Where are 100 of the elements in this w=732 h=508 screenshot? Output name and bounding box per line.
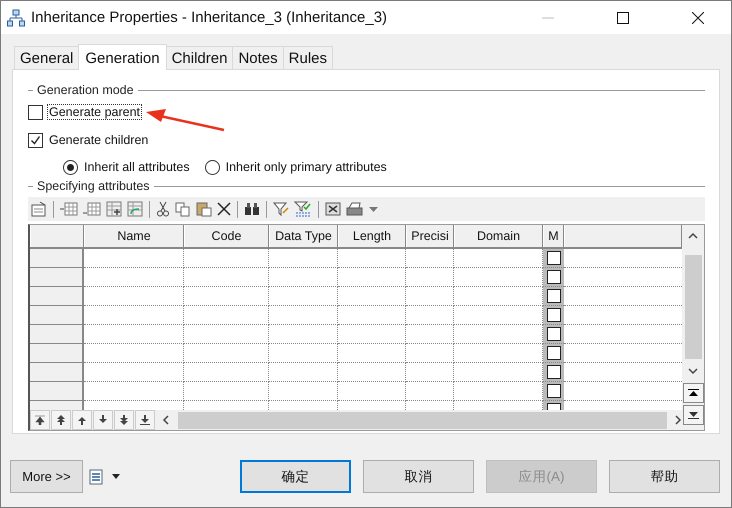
move-down-icon xyxy=(98,415,108,425)
radio-button[interactable] xyxy=(63,160,78,174)
checkbox[interactable] xyxy=(546,308,560,322)
row-header[interactable] xyxy=(30,268,84,287)
scrollbar-thumb[interactable] xyxy=(178,412,667,428)
table-cell xyxy=(406,344,454,363)
table-cell xyxy=(338,325,406,344)
caret-icon[interactable] xyxy=(112,474,120,479)
checkbox[interactable] xyxy=(546,384,560,398)
insert-row-icon[interactable] xyxy=(60,201,78,217)
delete-icon[interactable] xyxy=(217,202,231,216)
table-cell xyxy=(269,306,338,325)
checkbox[interactable] xyxy=(28,104,43,120)
tab[interactable]: General xyxy=(14,46,80,69)
cut-icon[interactable] xyxy=(156,201,170,217)
column-header[interactable]: Code xyxy=(184,225,269,247)
radio-button[interactable] xyxy=(204,160,220,174)
table-cell xyxy=(269,363,338,382)
column-header[interactable]: Data Type xyxy=(269,225,338,247)
dialog-button[interactable]: 确定 xyxy=(240,460,351,493)
scroll-top-button[interactable] xyxy=(682,383,704,403)
table-cell xyxy=(269,287,338,306)
filter-icon[interactable] xyxy=(273,201,289,217)
radio-label[interactable]: Inherit all attributes xyxy=(82,159,192,175)
row-header[interactable] xyxy=(30,325,84,344)
table-cell xyxy=(269,268,338,287)
move-up-icon xyxy=(77,415,87,425)
row-header[interactable] xyxy=(30,287,84,306)
scroll-right-icon[interactable] xyxy=(674,415,682,425)
checkbox[interactable] xyxy=(546,270,560,284)
move-up-page-icon xyxy=(56,415,66,425)
hierarchy-icon xyxy=(7,8,25,26)
move-down-page-icon xyxy=(119,415,129,425)
row-header[interactable] xyxy=(30,249,84,268)
row-move-button[interactable] xyxy=(30,410,50,430)
document-icon[interactable] xyxy=(89,468,103,484)
move-bottom-icon xyxy=(688,411,698,419)
binoculars-icon[interactable] xyxy=(244,201,260,217)
filter-check-icon[interactable] xyxy=(294,201,312,217)
column-header[interactable]: Precisi xyxy=(406,225,454,247)
row-move-button[interactable] xyxy=(93,410,113,430)
paste-icon[interactable] xyxy=(196,201,212,217)
table-cell xyxy=(338,287,406,306)
checkbox-label[interactable]: Generate children xyxy=(47,132,150,148)
checkbox[interactable] xyxy=(546,346,560,360)
move-bottom-icon xyxy=(140,415,150,425)
table-cell xyxy=(406,382,454,401)
radio-label[interactable]: Inherit only primary attributes xyxy=(224,159,389,175)
dialog-button[interactable]: 帮助 xyxy=(609,460,720,493)
window-title: Inheritance Properties - Inheritance_3 (Inheritance_3) xyxy=(31,9,388,26)
checkbox[interactable] xyxy=(546,365,560,379)
move-top-icon xyxy=(35,415,45,425)
row-header[interactable] xyxy=(30,306,84,325)
column-header[interactable]: Name xyxy=(84,225,184,247)
row-move-button[interactable] xyxy=(51,410,71,430)
tab[interactable]: Rules xyxy=(282,46,334,69)
table-arrow-icon[interactable] xyxy=(127,201,143,217)
table-cell xyxy=(338,344,406,363)
add-row-icon[interactable] xyxy=(83,201,101,217)
checkbox[interactable] xyxy=(28,132,43,148)
checkbox[interactable] xyxy=(546,289,560,303)
table-add-icon[interactable] xyxy=(106,201,122,217)
table-cell xyxy=(269,382,338,401)
checkbox-label[interactable]: Generate parent xyxy=(47,104,142,120)
column-header[interactable]: Length xyxy=(338,225,406,247)
table-cell xyxy=(338,268,406,287)
group-title: Generation mode xyxy=(37,83,134,97)
table-cell xyxy=(269,325,338,344)
scroll-left-icon[interactable] xyxy=(162,415,170,425)
table-cell xyxy=(406,268,454,287)
column-header[interactable]: Domain xyxy=(454,225,543,247)
scroll-down-icon[interactable] xyxy=(688,367,698,375)
move-top-icon xyxy=(688,389,698,397)
scrollbar-thumb[interactable] xyxy=(684,255,702,359)
checkbox[interactable] xyxy=(546,251,560,265)
table-cell xyxy=(406,287,454,306)
row-header[interactable] xyxy=(30,344,84,363)
table-cell xyxy=(338,382,406,401)
copy-icon[interactable] xyxy=(175,201,191,217)
table-cell xyxy=(338,306,406,325)
row-header[interactable] xyxy=(30,363,84,382)
more-button[interactable]: More >> xyxy=(10,460,83,493)
close-icon[interactable] xyxy=(692,12,704,24)
maximize-icon[interactable] xyxy=(617,12,629,24)
scroll-bottom-button[interactable] xyxy=(682,405,704,425)
table-cell xyxy=(406,306,454,325)
row-move-button[interactable] xyxy=(114,410,134,430)
table-cell xyxy=(338,363,406,382)
tab[interactable]: Generation xyxy=(78,44,167,70)
scroll-up-icon[interactable] xyxy=(688,232,698,240)
group-title: Specifying attributes xyxy=(37,179,150,193)
row-move-button[interactable] xyxy=(135,410,155,430)
printer-icon[interactable] xyxy=(346,201,364,217)
row-move-button[interactable] xyxy=(72,410,92,430)
table-cell xyxy=(406,363,454,382)
column-header[interactable]: M xyxy=(543,225,564,247)
table-cell xyxy=(406,325,454,344)
checkbox[interactable] xyxy=(546,327,560,341)
dialog-button[interactable]: 取消 xyxy=(363,460,474,493)
row-header[interactable] xyxy=(30,382,84,401)
